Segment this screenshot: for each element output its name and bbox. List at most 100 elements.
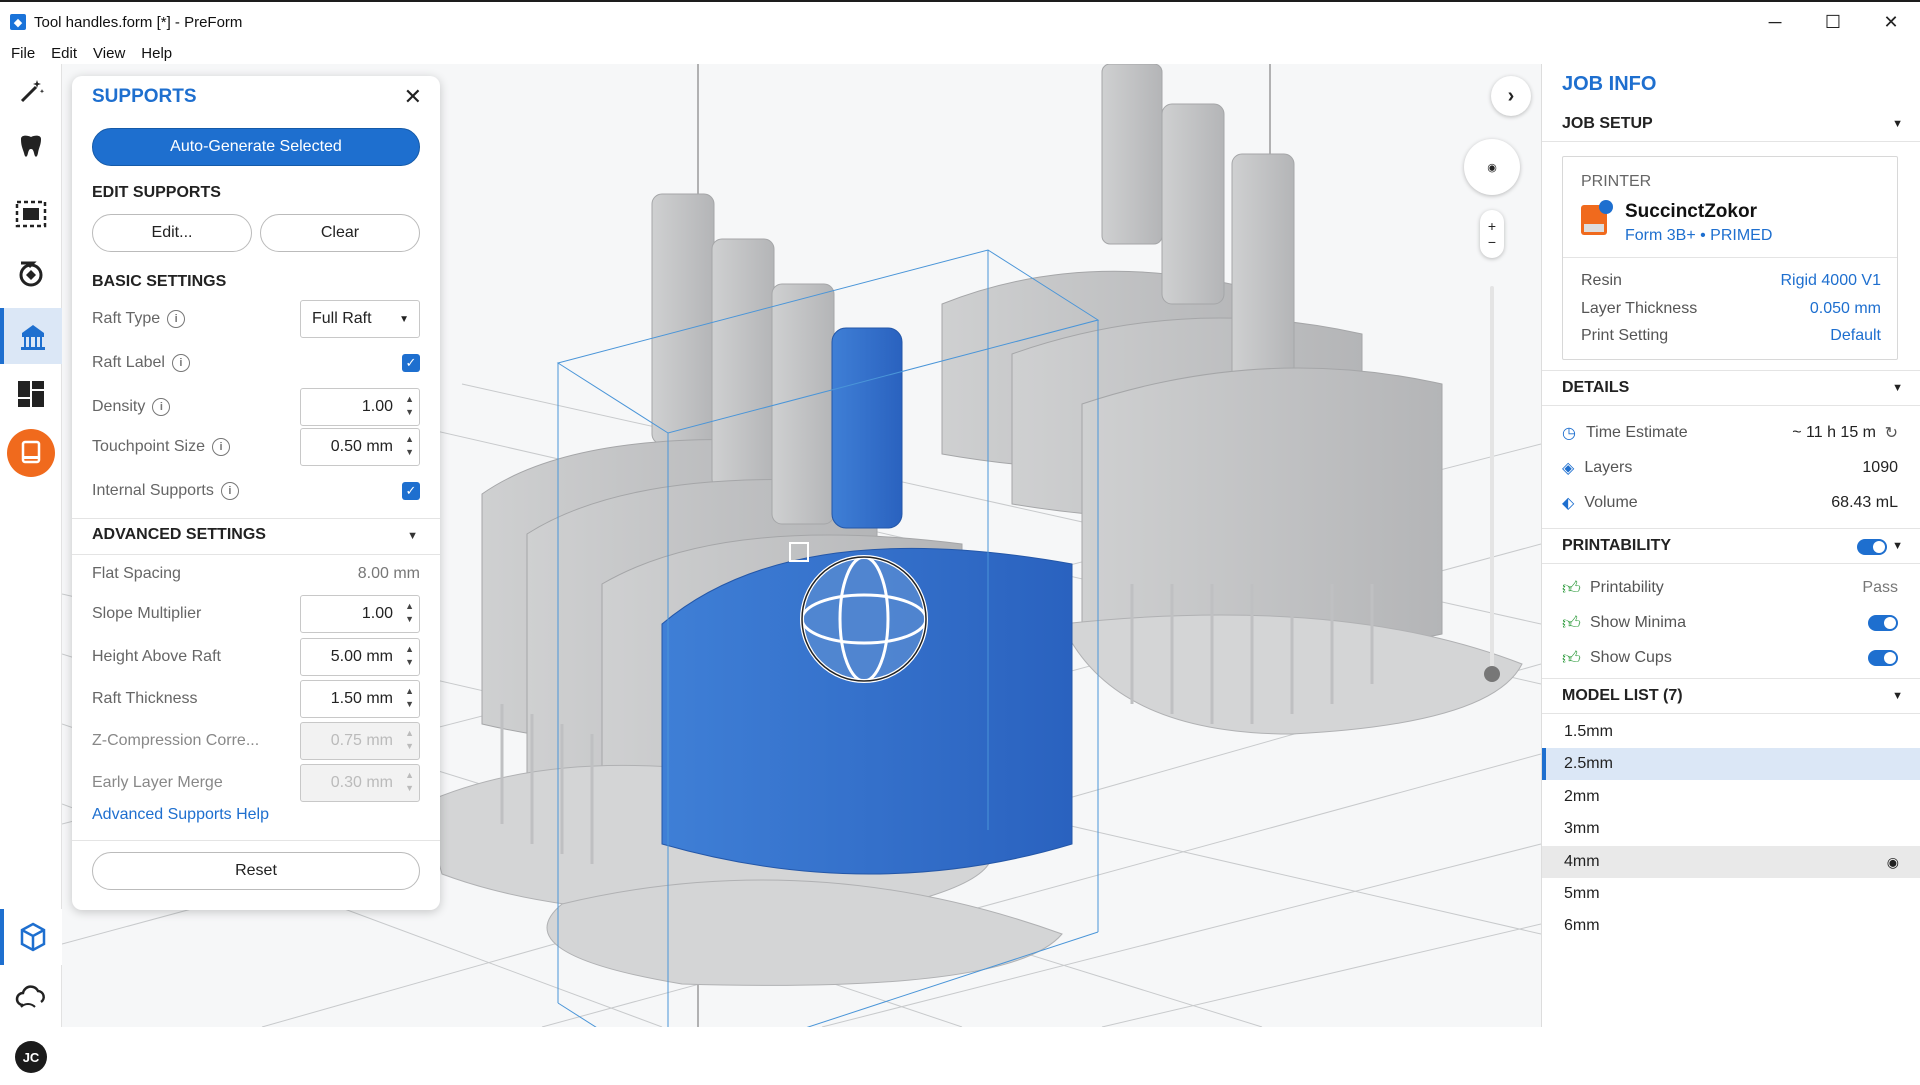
divider	[72, 840, 440, 841]
basic-settings-header: BASIC SETTINGS	[92, 273, 227, 290]
details-header[interactable]: DETAILS ▼	[1542, 370, 1920, 406]
layers-icon: ◈	[1562, 460, 1575, 477]
volume-row: ⬖ Volume 68.43 mL	[1562, 489, 1898, 517]
edit-button[interactable]: Edit...	[92, 214, 252, 252]
layer-slider-handle[interactable]	[1484, 666, 1500, 682]
raft-type-value: Full Raft	[312, 310, 372, 327]
layer-thickness-value[interactable]: 0.050 mm	[1810, 300, 1881, 318]
auto-generate-button[interactable]: Auto-Generate Selected	[92, 128, 420, 166]
model-list-label: MODEL LIST (7)	[1562, 687, 1683, 704]
maximize-button[interactable]: ☐	[1804, 2, 1862, 42]
orientation-tool[interactable]	[0, 245, 62, 301]
reset-button[interactable]: Reset	[92, 852, 420, 890]
details-label: DETAILS	[1562, 379, 1630, 396]
flat-spacing-value: 8.00 mm	[357, 565, 420, 582]
account-tool[interactable]: JC	[0, 1029, 62, 1085]
close-window-button[interactable]: ✕	[1862, 2, 1920, 42]
model-list-header[interactable]: MODEL LIST (7) ▼	[1542, 678, 1920, 714]
print-setting-value[interactable]: Default	[1830, 327, 1881, 345]
raft-label-checkbox[interactable]: ✓	[402, 354, 420, 372]
printer-label: PRINTER	[1581, 173, 1652, 190]
info-icon[interactable]: i	[171, 354, 190, 372]
height-input[interactable]: 5.00 mm ▲ ▼	[300, 638, 420, 676]
show-cups-toggle[interactable]	[1868, 650, 1898, 666]
stepper-arrows-icon[interactable]: ▲ ▼	[405, 643, 414, 669]
show-minima-toggle[interactable]	[1868, 615, 1898, 631]
slope-input[interactable]: 1.00 ▲ ▼	[300, 595, 420, 633]
dashboard-tool[interactable]	[0, 968, 62, 1024]
tool-rail: JC	[0, 64, 62, 1073]
resin-label: Resin	[1581, 272, 1622, 289]
supports-tool[interactable]	[0, 308, 62, 364]
internal-supports-checkbox[interactable]: ✓	[402, 482, 420, 500]
job-setup-header[interactable]: JOB SETUP ▼	[1542, 106, 1920, 142]
model-list-item[interactable]: 3mm	[1542, 813, 1920, 845]
raft-thickness-input[interactable]: 1.50 mm ▲ ▼	[300, 680, 420, 718]
info-icon[interactable]: i	[211, 438, 230, 456]
zoom-control[interactable]: + −	[1480, 210, 1504, 258]
pan-control-icon[interactable]: ◉	[1464, 139, 1520, 195]
printability-toggle[interactable]	[1857, 539, 1887, 555]
model-list-item[interactable]: 6mm	[1542, 910, 1920, 942]
eye-icon[interactable]: ◉	[1887, 854, 1899, 871]
resin-value[interactable]: Rigid 4000 V1	[1780, 272, 1881, 290]
model-list-item[interactable]: 2.5mm	[1542, 748, 1920, 780]
job-info-tool[interactable]	[0, 909, 62, 965]
time-estimate-row: ◷ Time Estimate ~ 11 h 15 m ↻	[1562, 419, 1898, 447]
zoom-out-icon[interactable]: −	[1488, 234, 1496, 250]
touchpoint-input[interactable]: 0.50 mm ▲ ▼	[300, 428, 420, 466]
layer-slider-track[interactable]	[1490, 286, 1494, 678]
flat-spacing-label: Flat Spacing	[92, 565, 181, 582]
info-icon[interactable]: i	[220, 482, 239, 500]
info-icon[interactable]: i	[152, 398, 171, 416]
printer-model[interactable]: Form 3B+ • PRIMED	[1625, 227, 1772, 245]
printer-card: PRINTER SuccinctZokor Form 3B+ • PRIMED …	[1562, 156, 1898, 360]
rotation-gizmo[interactable]	[800, 555, 928, 683]
orientation-icon	[19, 261, 43, 287]
refresh-icon[interactable]: ↻	[1885, 423, 1898, 443]
menu-help[interactable]: Help	[141, 45, 172, 62]
slope-row: Slope Multiplier 1.00 ▲ ▼	[92, 595, 420, 633]
minimize-button[interactable]: ─	[1746, 2, 1804, 42]
raft-type-select[interactable]: Full Raft ▼	[300, 300, 420, 338]
printability-header[interactable]: PRINTABILITY ▼	[1542, 528, 1920, 564]
advanced-supports-help-link[interactable]: Advanced Supports Help	[92, 806, 269, 824]
raft-label-row: Raft Label i ✓	[92, 344, 420, 382]
model-list-item-hovered[interactable]: 4mm ◉	[1542, 846, 1920, 878]
model-list-item[interactable]: 1.5mm	[1542, 716, 1920, 748]
stepper-arrows-icon[interactable]: ▲ ▼	[405, 433, 414, 459]
dental-tool[interactable]	[0, 120, 62, 176]
zoom-in-icon[interactable]: +	[1488, 218, 1496, 234]
window-title: Tool handles.form [*] - PreForm	[34, 13, 243, 31]
job-info-title: JOB INFO	[1562, 73, 1657, 95]
clear-button[interactable]: Clear	[260, 214, 420, 252]
stepper-arrows-icon[interactable]: ▲ ▼	[405, 600, 414, 626]
printer-icon	[1581, 200, 1613, 235]
stepper-arrows-icon[interactable]: ▲ ▼	[405, 393, 414, 419]
chevron-down-icon[interactable]: ▼	[407, 530, 418, 542]
density-input[interactable]: 1.00 ▲ ▼	[300, 388, 420, 426]
printer-name[interactable]: SuccinctZokor	[1625, 201, 1757, 223]
menu-file[interactable]: File	[11, 45, 35, 62]
expand-panel-chevron-icon[interactable]: ›	[1491, 76, 1531, 116]
magic-wand-tool[interactable]	[0, 64, 62, 120]
show-minima-label: Show Minima	[1590, 614, 1687, 631]
info-icon[interactable]: i	[167, 310, 186, 328]
raft-thickness-label: Raft Thickness	[92, 690, 198, 707]
cloud-icon	[15, 985, 45, 1008]
chevron-down-icon: ▼	[1892, 382, 1903, 394]
print-tool[interactable]	[0, 425, 62, 481]
preform-app-icon: ◆	[10, 14, 26, 30]
select-tool[interactable]	[0, 186, 62, 242]
printability-row: 👍︎ Printability Pass	[1562, 574, 1898, 602]
divider	[72, 518, 440, 519]
advanced-settings-header[interactable]: ADVANCED SETTINGS	[92, 526, 266, 544]
edit-supports-header: EDIT SUPPORTS	[92, 184, 221, 201]
menu-view[interactable]: View	[93, 45, 125, 62]
menu-edit[interactable]: Edit	[51, 45, 77, 62]
model-list-item[interactable]: 2mm	[1542, 781, 1920, 813]
stepper-arrows-icon[interactable]: ▲ ▼	[405, 685, 414, 711]
model-list-item[interactable]: 5mm	[1542, 878, 1920, 910]
close-icon[interactable]: ✕	[404, 84, 422, 110]
layout-tool[interactable]	[0, 366, 62, 422]
